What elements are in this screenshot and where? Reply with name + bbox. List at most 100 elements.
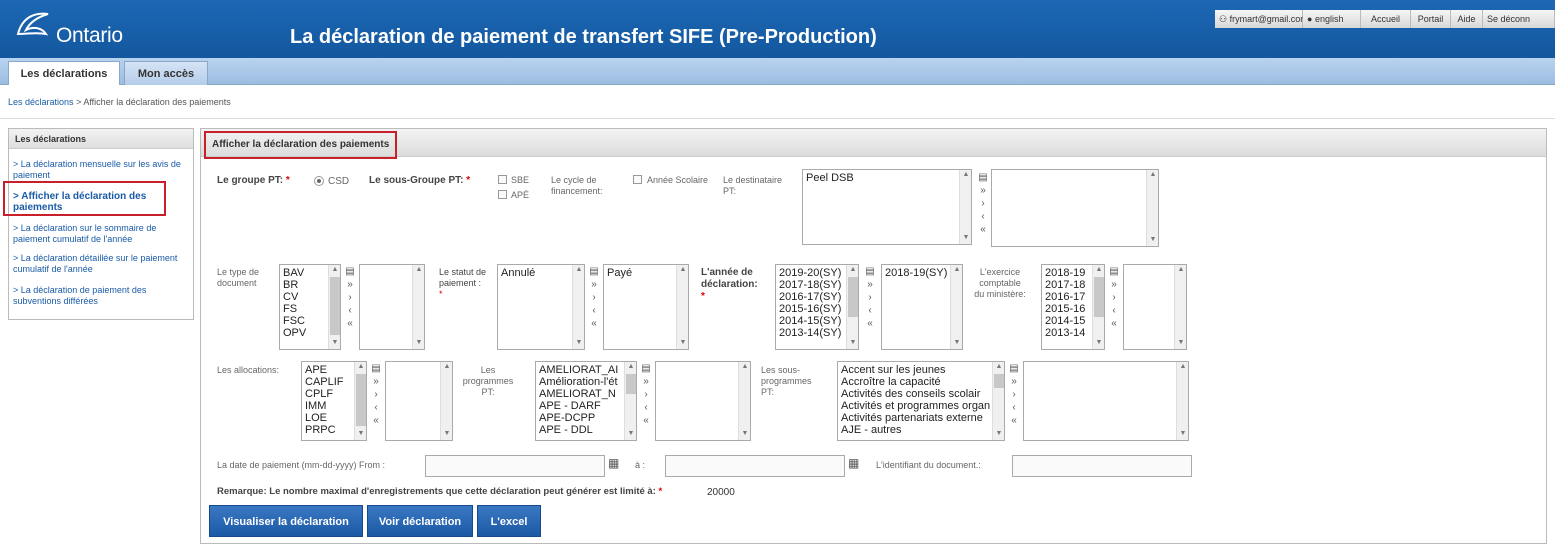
select-all-icon[interactable]: ▤ [587,265,601,278]
list-item[interactable]: AJE - autres [841,424,1001,436]
list-item[interactable]: 2015-16(SY) [779,303,855,315]
document-id-input[interactable] [1012,455,1192,477]
list-item[interactable]: AMELIORAT_N [539,388,633,400]
exercice-selected-listbox[interactable]: ▲ ▼ [1123,264,1187,350]
select-all-icon[interactable]: ▤ [343,265,357,278]
list-item[interactable]: 2014-15(SY) [779,315,855,327]
select-all-icon[interactable]: ▤ [639,362,653,375]
move-all-left-icon[interactable]: « [1107,317,1121,330]
home-link[interactable]: Accueil [1361,10,1411,28]
prog-listbox[interactable]: AMELIORAT_AI Amélioration-l'ét AMELIORAT… [535,361,637,441]
calendar-icon[interactable]: ▦ [848,456,859,470]
move-left-icon[interactable]: ‹ [1107,304,1121,317]
list-item[interactable]: 2019-20(SY) [779,267,855,279]
list-item[interactable]: Payé [607,267,685,279]
visualiser-button[interactable]: Visualiser la déclaration [209,505,363,537]
list-item[interactable]: APE - DARF [539,400,633,412]
move-right-icon[interactable]: › [369,388,383,401]
move-all-left-icon[interactable]: « [343,317,357,330]
move-all-right-icon[interactable]: » [976,184,990,197]
scrollbar[interactable]: ▲ ▼ [950,265,962,349]
alloc-selected-listbox[interactable]: ▲ ▼ [385,361,453,441]
scrollbar[interactable]: ▲ ▼ [1176,362,1188,440]
move-left-icon[interactable]: ‹ [863,304,877,317]
list-item[interactable]: APE-DCPP [539,412,633,424]
select-all-icon[interactable]: ▤ [976,171,990,184]
list-item[interactable]: 2016-17(SY) [779,291,855,303]
checkbox-annee-scolaire[interactable] [633,175,642,184]
move-all-right-icon[interactable]: » [639,375,653,388]
scrollbar[interactable]: ▲ ▼ [440,362,452,440]
move-all-right-icon[interactable]: » [343,278,357,291]
move-right-icon[interactable]: › [639,388,653,401]
move-right-icon[interactable]: › [976,197,990,210]
sidebar-item-mensuelle[interactable]: > La déclaration mensuelle sur les avis … [13,159,189,181]
move-right-icon[interactable]: › [343,291,357,304]
select-all-icon[interactable]: ▤ [1107,265,1121,278]
list-item[interactable]: Accent sur les jeunes [841,364,1001,376]
move-all-left-icon[interactable]: « [587,317,601,330]
calendar-icon[interactable]: ▦ [608,456,619,470]
scrollbar[interactable]: ▲ ▼ [412,265,424,349]
exercice-listbox[interactable]: 2018-19 2017-18 2016-17 2015-16 2014-15 … [1041,264,1105,350]
list-item[interactable]: APE - DDL [539,424,633,436]
scrollbar[interactable]: ▲ ▼ [1092,265,1104,349]
type-listbox[interactable]: BAV BR CV FS FSC OPV ▲ ▼ [279,264,341,350]
user-link[interactable]: ⚇ frymart@gmail.com [1215,10,1308,28]
move-all-right-icon[interactable]: » [863,278,877,291]
sidebar-item-differees[interactable]: > La déclaration de paiement des subvent… [13,285,189,307]
tab-mon-acces[interactable]: Mon accès [124,61,208,85]
sousprog-selected-listbox[interactable]: ▲ ▼ [1023,361,1189,441]
statut-selected-listbox[interactable]: Payé ▲ ▼ [603,264,689,350]
move-all-left-icon[interactable]: « [863,317,877,330]
scrollbar[interactable]: ▲ ▼ [992,362,1004,440]
scrollbar[interactable]: ▲ ▼ [328,265,340,349]
list-item[interactable]: AMELIORAT_AI [539,364,633,376]
list-item[interactable]: 2013-14(SY) [779,327,855,339]
destinataire-selected-listbox[interactable]: ▲ ▼ [991,169,1159,247]
move-all-right-icon[interactable]: » [1007,375,1021,388]
scrollbar[interactable]: ▲ ▼ [572,265,584,349]
move-all-left-icon[interactable]: « [369,414,383,427]
language-link[interactable]: ● english [1303,10,1361,28]
checkbox-sbe[interactable] [498,175,507,184]
move-right-icon[interactable]: › [1107,291,1121,304]
alloc-listbox[interactable]: APE CAPLIF CPLF IMM LOE PRPC ▲ ▼ [301,361,367,441]
scrollbar[interactable]: ▲ ▼ [1174,265,1186,349]
list-item[interactable]: Activités des conseils scolair [841,388,1001,400]
move-all-left-icon[interactable]: « [976,223,990,236]
annee-selected-listbox[interactable]: 2018-19(SY) ▲ ▼ [881,264,963,350]
sidebar-item-detaillee[interactable]: > La déclaration détaillée sur le paieme… [13,253,189,275]
move-left-icon[interactable]: ‹ [976,210,990,223]
type-selected-listbox[interactable]: ▲ ▼ [359,264,425,350]
ontario-logo[interactable]: Ontario [14,6,134,51]
move-left-icon[interactable]: ‹ [639,401,653,414]
move-left-icon[interactable]: ‹ [343,304,357,317]
scrollbar[interactable]: ▲ ▼ [1146,170,1158,246]
breadcrumb-root[interactable]: Les déclarations [8,97,74,107]
move-all-right-icon[interactable]: » [587,278,601,291]
list-item[interactable]: Activités partenariats externe [841,412,1001,424]
move-all-right-icon[interactable]: » [1107,278,1121,291]
move-left-icon[interactable]: ‹ [587,304,601,317]
select-all-icon[interactable]: ▤ [1007,362,1021,375]
prog-selected-listbox[interactable]: ▲ ▼ [655,361,751,441]
list-item[interactable]: Annulé [501,267,581,279]
annee-listbox[interactable]: 2019-20(SY) 2017-18(SY) 2016-17(SY) 2015… [775,264,859,350]
destinataire-listbox[interactable]: Peel DSB ▲ ▼ [802,169,972,245]
list-item[interactable]: Peel DSB [806,172,968,184]
radio-csd[interactable] [314,176,324,186]
list-item[interactable]: 2018-19(SY) [885,267,959,279]
date-to-input[interactable] [665,455,845,477]
list-item[interactable]: Amélioration-l'ét [539,376,633,388]
scrollbar[interactable]: ▲ ▼ [738,362,750,440]
statut-listbox[interactable]: Annulé ▲ ▼ [497,264,585,350]
excel-button[interactable]: L'excel [477,505,541,537]
move-right-icon[interactable]: › [863,291,877,304]
date-from-input[interactable] [425,455,605,477]
list-item[interactable]: Accroître la capacité [841,376,1001,388]
tab-declarations[interactable]: Les déclarations [8,61,120,85]
portal-link[interactable]: Portail [1411,10,1451,28]
scrollbar[interactable]: ▲ ▼ [624,362,636,440]
list-item[interactable]: 2017-18(SY) [779,279,855,291]
